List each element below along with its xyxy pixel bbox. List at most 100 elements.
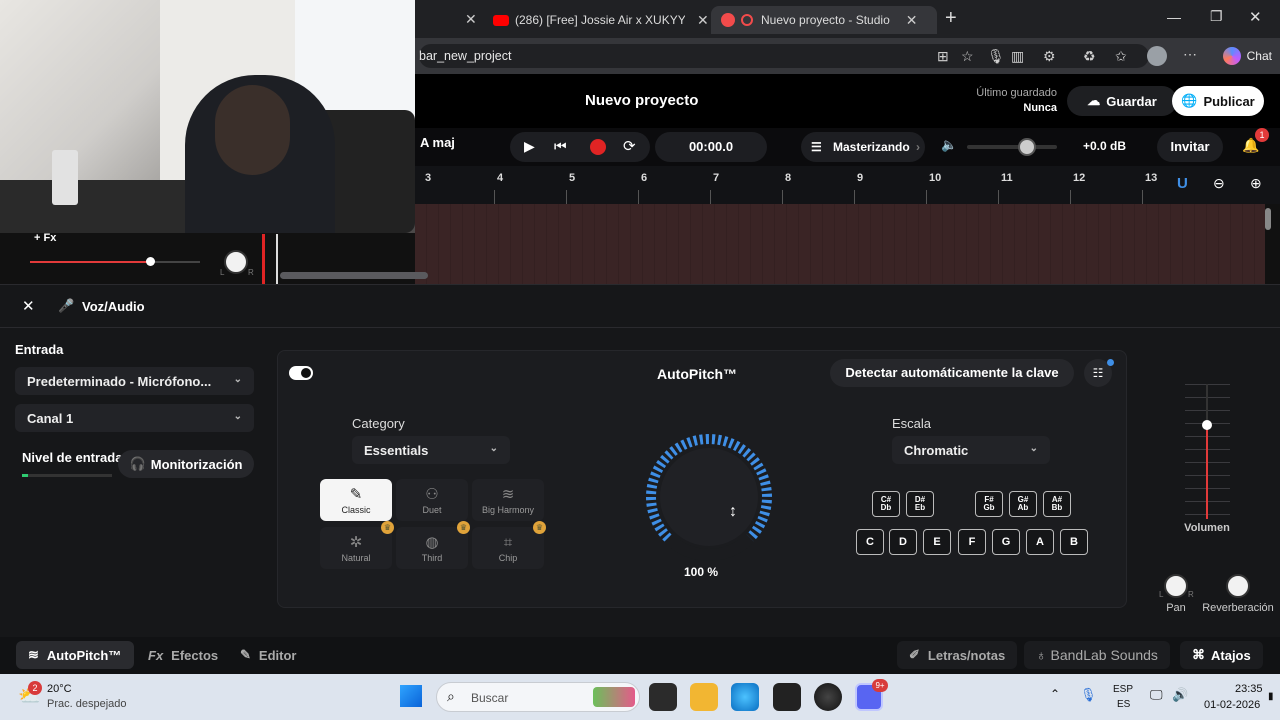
edge-icon[interactable]	[731, 683, 759, 711]
minimize-icon[interactable]: —	[1167, 9, 1181, 25]
track-pan-knob[interactable]	[224, 250, 248, 274]
loop-icon[interactable]: ⟳	[623, 137, 636, 155]
url-field[interactable]: bar_new_project	[419, 44, 1149, 68]
pan-l-label: L	[1159, 590, 1164, 599]
tab-lyrics[interactable]: ✐ Letras/notas	[897, 641, 1018, 669]
tab-shortcuts[interactable]: ⌘ Atajos	[1180, 641, 1263, 669]
input-device-select[interactable]: Predeterminado - Micrófono... ⌄	[15, 367, 254, 395]
clock-time[interactable]: 23:35	[1235, 683, 1263, 695]
volume-icon[interactable]: 🔊	[1172, 687, 1188, 703]
profile-avatar[interactable]	[1147, 46, 1167, 66]
file-explorer-icon[interactable]	[690, 683, 718, 711]
favorite-star-icon[interactable]: ☆	[961, 48, 974, 65]
horizontal-scrollbar[interactable]	[280, 272, 428, 279]
chevron-up-icon[interactable]: ⌃	[1050, 687, 1060, 701]
preset-duet[interactable]: ⚇ Duet	[396, 479, 468, 521]
new-tab-icon[interactable]: +	[945, 7, 957, 30]
key-a-sharp[interactable]: A# Bb	[1043, 491, 1071, 517]
close-icon[interactable]: ✕	[697, 12, 709, 29]
performance-icon[interactable]: ♻	[1083, 48, 1096, 65]
speaker-icon[interactable]: 🔈	[941, 137, 957, 153]
key-c[interactable]: C	[856, 529, 884, 555]
key-g-sharp[interactable]: G# Ab	[1009, 491, 1037, 517]
scale-select[interactable]: Chromatic ⌄	[892, 436, 1050, 464]
windows-start-icon[interactable]	[400, 685, 422, 707]
tab-effects[interactable]: Fx Efectos	[136, 641, 230, 669]
preset-chip[interactable]: ⌗ Chip	[472, 527, 544, 569]
monitoring-button[interactable]: 🎧 Monitorización	[118, 450, 254, 478]
weather-badge: 2	[28, 681, 42, 695]
fader-handle[interactable]	[1202, 420, 1212, 430]
save-button[interactable]: ☁ Guardar	[1067, 86, 1177, 116]
invite-button[interactable]: Invitar	[1157, 132, 1223, 162]
last-saved-label: Último guardado	[976, 87, 1057, 99]
chevron-down-icon: ⌄	[1029, 443, 1038, 454]
key-f[interactable]: F	[958, 529, 986, 555]
key-selector[interactable]: A maj	[420, 135, 455, 150]
reading-view-icon[interactable]: ▥	[1011, 48, 1024, 65]
mastering-button[interactable]: ☰ Masterizando ›	[801, 132, 925, 162]
slider-handle[interactable]	[146, 257, 155, 266]
reverb-knob[interactable]	[1226, 574, 1250, 598]
record-button[interactable]	[590, 139, 606, 155]
publish-button[interactable]: 🌐 Publicar	[1172, 86, 1264, 116]
microphone-icon[interactable]: 🎙	[1080, 687, 1097, 703]
track-volume-slider[interactable]	[30, 261, 150, 263]
obs-icon[interactable]	[814, 683, 842, 711]
tab-bandlab-sounds[interactable]: ♁ BandLab Sounds	[1024, 641, 1170, 669]
zoom-out-icon[interactable]: ⊖	[1213, 175, 1225, 192]
autopitch-toggle[interactable]	[289, 366, 313, 380]
task-view-icon[interactable]	[649, 683, 677, 711]
more-menu-icon[interactable]: ⋯	[1183, 46, 1197, 63]
project-title[interactable]: Nuevo proyecto	[585, 92, 698, 109]
vertical-scrollbar[interactable]	[1265, 208, 1271, 230]
key-b[interactable]: B	[1060, 529, 1088, 555]
key-e[interactable]: E	[923, 529, 951, 555]
preset-big-harmony[interactable]: ≋ Big Harmony	[472, 479, 544, 521]
app-install-icon[interactable]: ⊞	[937, 48, 949, 65]
key-d-sharp[interactable]: D# Eb	[906, 491, 934, 517]
detect-key-button[interactable]: Detectar automáticamente la clave	[830, 359, 1074, 387]
track-lane[interactable]	[415, 204, 1265, 284]
play-icon[interactable]: ▶	[524, 138, 535, 155]
category-select[interactable]: Essentials ⌄	[352, 436, 510, 464]
copilot-chat-button[interactable]: Chat	[1222, 44, 1272, 68]
tab-editor[interactable]: ✎ Editor	[228, 641, 308, 669]
epic-games-icon[interactable]	[773, 683, 801, 711]
lang-top[interactable]: ESP	[1113, 684, 1133, 695]
skip-back-icon[interactable]: ⏮	[554, 138, 567, 155]
microphone-icon[interactable]: 🎙	[987, 48, 1005, 65]
preset-third[interactable]: ◍ Third	[396, 527, 468, 569]
tab-close-icon[interactable]: ✕	[465, 11, 477, 28]
tab-studio[interactable]: Nuevo proyecto - Studio ✕	[711, 6, 937, 34]
extensions-icon[interactable]: ⚙	[1043, 48, 1056, 65]
key-d[interactable]: D	[889, 529, 917, 555]
maximize-icon[interactable]: ❐	[1210, 8, 1223, 25]
key-a[interactable]: A	[1026, 529, 1054, 555]
magnet-snap-icon[interactable]: U	[1177, 175, 1188, 192]
close-icon[interactable]: ✕	[22, 297, 35, 315]
preset-natural[interactable]: ✲ Natural	[320, 527, 392, 569]
tab-youtube[interactable]: (286) [Free] Jossie Air x XUKYYLASI ✕	[493, 6, 709, 34]
slider-handle[interactable]	[1018, 138, 1036, 156]
taskbar-search[interactable]: ⌕ Buscar	[436, 682, 640, 712]
key-g[interactable]: G	[992, 529, 1020, 555]
network-icon[interactable]: 🖵	[1150, 687, 1163, 703]
playhead[interactable]	[262, 234, 265, 284]
window-close-icon[interactable]: ✕	[1249, 8, 1262, 26]
notifications-icon[interactable]: ▮	[1268, 691, 1274, 702]
timeline-ruler[interactable]: 3 4 5 6 7 8 9 10 11 12 13 U ⊖ ⊕	[415, 166, 1280, 204]
key-f-sharp[interactable]: F# Gb	[975, 491, 1003, 517]
channel-select[interactable]: Canal 1 ⌄	[15, 404, 254, 432]
master-volume-slider[interactable]	[967, 138, 1057, 156]
pan-knob[interactable]	[1164, 574, 1188, 598]
amount-knob[interactable]	[627, 421, 791, 561]
close-icon[interactable]: ✕	[906, 12, 918, 29]
favorites-icon[interactable]: ✩	[1115, 48, 1127, 65]
zoom-in-icon[interactable]: ⊕	[1250, 175, 1262, 192]
tab-autopitch[interactable]: ≋ AutoPitch™	[16, 641, 134, 669]
preset-classic[interactable]: ✎ Classic	[320, 479, 392, 521]
add-fx-button[interactable]: + Fx	[34, 232, 56, 244]
playhead-marker	[276, 234, 278, 284]
key-c-sharp[interactable]: C# Db	[872, 491, 900, 517]
